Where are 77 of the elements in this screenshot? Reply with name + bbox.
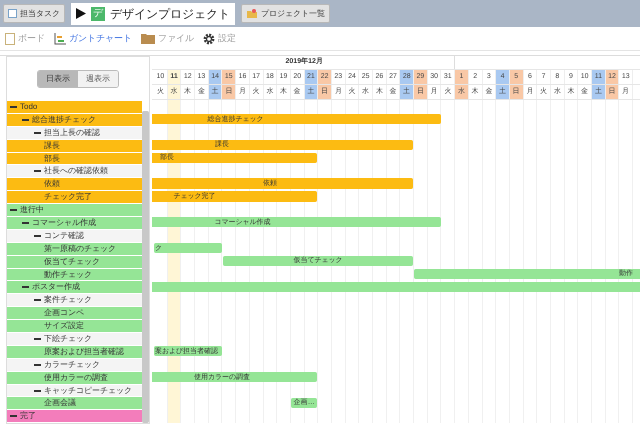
task-name: 使用カラーの調査 xyxy=(44,374,108,382)
tree-row[interactable]: 完了 xyxy=(7,410,142,424)
task-name: 依頼 xyxy=(44,180,60,188)
tree-row[interactable]: 企画コンペ xyxy=(7,307,142,320)
collapse-icon[interactable] xyxy=(10,209,17,212)
tree-row[interactable]: 社長への確認依頼 xyxy=(7,165,142,178)
tree-row[interactable]: 企画会議 xyxy=(7,397,142,410)
tree-row[interactable]: チェック完了 xyxy=(7,191,142,204)
top-tab[interactable]: デ デザインプロジェクト xyxy=(71,2,235,24)
task-name: コンテ確認 xyxy=(44,232,84,240)
tree-row[interactable]: コマーシャル作成 xyxy=(7,217,142,230)
tree-row[interactable]: 課長 xyxy=(7,140,142,153)
nav-link[interactable]: ガントチャート xyxy=(69,32,132,46)
settings-icon xyxy=(203,32,215,44)
task-name: 部長 xyxy=(44,154,60,162)
task-name: 下絵チェック xyxy=(44,334,92,343)
tree-row[interactable]: コンテ確認 xyxy=(7,230,142,243)
task-name: 第一原稿のチェック xyxy=(44,244,116,253)
task-name: カラーチェック xyxy=(44,360,100,369)
task-name: 総合進捗チェック xyxy=(32,116,96,124)
task-name: コマーシャル作成 xyxy=(32,218,96,227)
task-name: 完了 xyxy=(20,412,36,420)
play-icon xyxy=(76,8,86,19)
top-tab[interactable]: 担当タスク xyxy=(3,4,65,23)
tree-row[interactable]: 下絵チェック xyxy=(7,333,142,346)
tree-row[interactable]: 仮当てチェック xyxy=(7,256,142,269)
collapse-icon[interactable] xyxy=(34,390,41,392)
task-name: 仮当てチェック xyxy=(44,258,100,266)
tree-row[interactable]: 総合進捗チェック xyxy=(7,114,142,127)
tree-row[interactable]: 使用カラーの調査 xyxy=(7,372,142,385)
task-name: 企画会議 xyxy=(44,399,76,408)
collapse-icon[interactable] xyxy=(22,286,29,288)
collapse-icon[interactable] xyxy=(34,170,41,172)
collapse-icon[interactable] xyxy=(34,338,41,340)
clipboard-icon xyxy=(5,32,15,44)
top-tab[interactable]: プロジェクト一覧 xyxy=(241,4,330,23)
task-name: 企画コンペ xyxy=(44,309,84,318)
tree-row[interactable]: Todo xyxy=(7,101,142,114)
task-name: 進行中 xyxy=(20,206,44,214)
tree-row[interactable]: 依頼 xyxy=(7,178,142,192)
tree-row[interactable]: 動作チェック xyxy=(7,268,142,282)
checkbox-icon xyxy=(8,9,17,18)
task-name: 担当上長の確認 xyxy=(44,128,100,137)
collapse-icon[interactable] xyxy=(10,415,17,418)
tree-row[interactable]: 担当上長の確認 xyxy=(7,126,142,140)
tree-row[interactable]: 案件チェック xyxy=(7,294,142,308)
task-name: 動作チェック xyxy=(44,270,92,279)
tree-row[interactable]: サイズ設定 xyxy=(7,320,142,334)
tree-row[interactable]: 進行中 xyxy=(7,204,142,218)
tree-row[interactable]: ポスター作成 xyxy=(7,281,142,294)
folder-icon xyxy=(246,8,258,19)
task-name: 課長 xyxy=(44,142,60,150)
task-name: 社長への確認依頼 xyxy=(44,167,108,176)
tree-row[interactable]: キャッチコピーチェック xyxy=(7,384,142,398)
task-name: ポスター作成 xyxy=(32,283,80,292)
folder-icon xyxy=(141,33,155,44)
collapse-icon[interactable] xyxy=(34,234,41,237)
task-name: 原案および担当者確認 xyxy=(44,348,124,356)
task-name: キャッチコピーチェック xyxy=(44,386,132,395)
collapse-icon[interactable] xyxy=(34,299,41,302)
collapse-icon[interactable] xyxy=(34,132,41,134)
collapse-icon[interactable] xyxy=(22,118,29,121)
task-name: サイズ設定 xyxy=(44,322,84,330)
tree-row[interactable]: 部長 xyxy=(7,152,142,166)
tree-row[interactable]: カラーチェック xyxy=(7,358,142,372)
collapse-icon[interactable] xyxy=(10,106,17,108)
collapse-icon[interactable] xyxy=(34,364,41,366)
view-toggle-option[interactable]: 週表示 xyxy=(78,71,118,87)
project-logo: デ xyxy=(91,6,105,20)
task-name: 案件チェック xyxy=(44,296,92,304)
task-name: チェック完了 xyxy=(44,193,92,202)
tree-row[interactable]: 第一原稿のチェック xyxy=(7,242,142,256)
chart-icon xyxy=(54,32,66,44)
tree-row[interactable]: 原案および担当者確認 xyxy=(7,346,142,359)
view-toggle-option[interactable]: 日表示 xyxy=(38,71,78,87)
task-name: Todo xyxy=(20,102,38,111)
collapse-icon[interactable] xyxy=(22,222,29,224)
